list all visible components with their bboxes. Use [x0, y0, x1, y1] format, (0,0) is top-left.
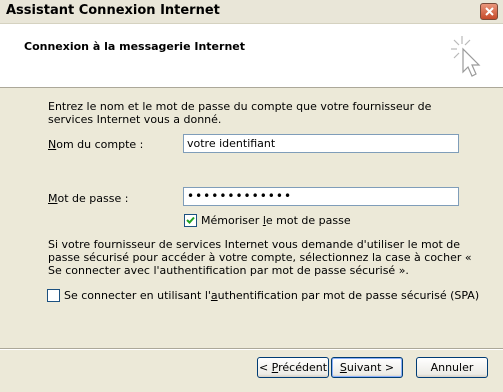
password-input[interactable]: •••••••••••••: [183, 187, 459, 206]
wizard-content: Entrez le nom et le mot de passe du comp…: [0, 88, 503, 342]
cancel-button[interactable]: Annuler: [416, 357, 488, 378]
spa-checkbox[interactable]: [47, 289, 60, 302]
remember-password-checkbox[interactable]: [184, 214, 197, 227]
next-button[interactable]: Suivant >: [331, 357, 403, 378]
page-title: Connexion à la messagerie Internet: [24, 40, 245, 53]
title-bar[interactable]: Assistant Connexion Internet: [0, 0, 503, 24]
close-button[interactable]: [480, 3, 498, 20]
wizard-window: Assistant Connexion Internet Connexion à…: [0, 0, 503, 392]
wizard-sparkle-icon: [448, 34, 488, 82]
back-button[interactable]: < Précédent: [257, 357, 329, 378]
account-name-input[interactable]: votre identifiant: [183, 134, 459, 153]
account-label: Nom du compte :: [48, 138, 144, 151]
remember-password-label[interactable]: Mémoriser le mot de passe: [201, 214, 351, 227]
password-label: Mot de passe :: [48, 192, 129, 205]
button-separator: [0, 348, 503, 350]
spa-info-text: Si votre fournisseur de services Interne…: [48, 238, 472, 277]
wizard-header: Connexion à la messagerie Internet: [0, 24, 503, 88]
intro-text: Entrez le nom et le mot de passe du comp…: [48, 100, 432, 126]
window-title: Assistant Connexion Internet: [6, 3, 220, 18]
spa-label[interactable]: Se connecter en utilisant l'authentifica…: [64, 289, 479, 302]
